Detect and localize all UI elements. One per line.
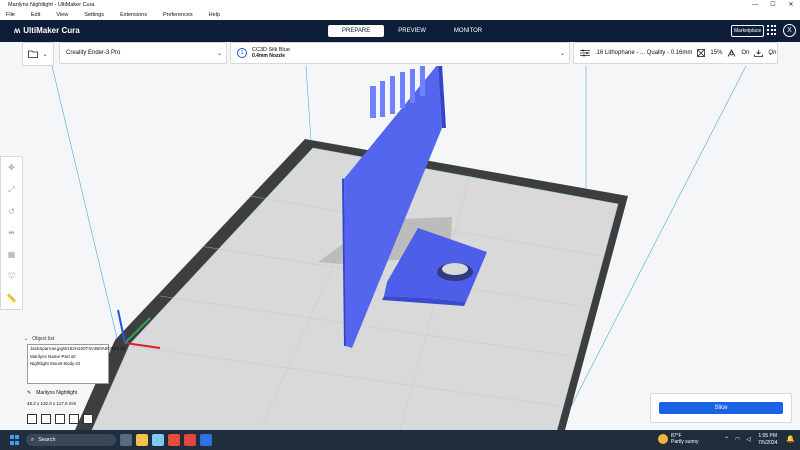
clock[interactable]: 1:05 PM 7/5/2024 bbox=[758, 433, 777, 447]
rotate-tool-icon[interactable]: ↺ bbox=[8, 207, 15, 216]
material-selector[interactable]: 1 CC3D Silk Blue 0.4mm Nozzle ⌄ bbox=[230, 42, 570, 64]
project-name: Marilyns Nightlight bbox=[36, 390, 78, 396]
windows-start-icon[interactable] bbox=[10, 435, 20, 445]
account-avatar[interactable]: X bbox=[783, 24, 796, 37]
3d-view-icon[interactable] bbox=[27, 414, 37, 424]
chrome-icon[interactable] bbox=[168, 434, 180, 446]
notification-bell-icon[interactable]: 🔔 bbox=[786, 435, 795, 443]
chevron-down-icon: ⌄ bbox=[767, 50, 773, 57]
slice-button[interactable]: Slice bbox=[659, 402, 783, 414]
date: 7/5/2024 bbox=[758, 440, 778, 446]
task-view-icon[interactable] bbox=[120, 434, 132, 446]
support-value: On bbox=[741, 50, 750, 56]
app-header: ʍ UltiMaker Cura PREPARE PREVIEW MONITOR… bbox=[0, 20, 800, 42]
taskbar-search[interactable]: ⌕ Search bbox=[26, 434, 116, 446]
model-dimensions: 48.2 x 132.0 x 117.0 mm bbox=[27, 401, 77, 406]
menu-settings[interactable]: Settings bbox=[84, 12, 104, 18]
menu-edit[interactable]: Edit bbox=[31, 12, 40, 18]
printer-name: Creality Ender-3 Pro bbox=[66, 50, 121, 56]
folder-icon bbox=[28, 50, 39, 58]
list-item[interactable]: Nightlight Mount-Body.stl bbox=[30, 361, 106, 367]
build-volume-scene bbox=[51, 66, 747, 430]
object-list-panel: ⌄ Object list JackSparrow.jpgW152H100T3V… bbox=[24, 336, 125, 428]
open-file-button[interactable]: ⌄ bbox=[22, 42, 54, 66]
stage-tabs: PREPARE PREVIEW MONITOR bbox=[328, 25, 496, 37]
tab-monitor[interactable]: MONITOR bbox=[440, 25, 496, 37]
taskbar-apps bbox=[120, 434, 212, 446]
search-icon: ⌕ bbox=[31, 436, 35, 443]
sliders-icon bbox=[580, 49, 590, 57]
object-list-header[interactable]: ⌄ Object list bbox=[24, 336, 110, 342]
profile-name: .16 Lithophane - ... Quality - 0.16mm bbox=[595, 50, 693, 56]
system-tray: ⌃ ◠ ◁ bbox=[724, 436, 751, 443]
volume-icon[interactable]: ◁ bbox=[746, 436, 751, 443]
chevron-down-icon: ⌄ bbox=[24, 336, 29, 342]
infill-icon bbox=[697, 49, 706, 57]
weather-desc: Partly sunny bbox=[671, 439, 699, 445]
infill-value: 15% bbox=[710, 50, 723, 56]
logo-text: UltiMaker Cura bbox=[23, 26, 80, 35]
cura-taskbar-icon[interactable] bbox=[200, 434, 212, 446]
menu-help[interactable]: Help bbox=[209, 12, 220, 18]
tab-preview[interactable]: PREVIEW bbox=[384, 25, 440, 37]
printer-selector[interactable]: Creality Ender-3 Pro ⌄ bbox=[59, 42, 227, 64]
camera-view-buttons bbox=[27, 414, 93, 424]
front-view-icon[interactable] bbox=[41, 414, 51, 424]
chevron-down-icon: ⌄ bbox=[559, 50, 565, 57]
wifi-icon[interactable]: ◠ bbox=[735, 436, 740, 443]
material-info: CC3D Silk Blue 0.4mm Nozzle bbox=[252, 47, 290, 59]
app-icon[interactable] bbox=[184, 434, 196, 446]
list-item[interactable]: JackSparrow.jpgW152H100T3V4B0A0C0NS.stl bbox=[30, 346, 125, 352]
measure-tool-icon[interactable]: 📏 bbox=[7, 294, 17, 303]
chevron-down-icon: ⌄ bbox=[42, 51, 48, 58]
left-view-icon[interactable] bbox=[69, 414, 79, 424]
ultimaker-logo-icon: ʍ bbox=[14, 26, 21, 35]
taskbar: ⌕ Search 87°F Partly sunny ⌃ ◠ ◁ 1:05 PM… bbox=[0, 430, 800, 450]
top-view-icon[interactable] bbox=[55, 414, 65, 424]
app-logo: ʍ UltiMaker Cura bbox=[14, 26, 80, 35]
window-title: Marilyns Nightlight - UltiMaker Cura bbox=[8, 2, 95, 8]
close-button[interactable]: ✕ bbox=[782, 0, 800, 10]
list-item[interactable]: Marilyns Name-Part.stl bbox=[30, 354, 106, 360]
file-explorer-icon[interactable] bbox=[136, 434, 148, 446]
support-icon bbox=[728, 49, 736, 57]
print-settings-selector[interactable]: .16 Lithophane - ... Quality - 0.16mm 15… bbox=[573, 42, 778, 64]
menu-extensions[interactable]: Extensions bbox=[120, 12, 147, 18]
maximize-button[interactable]: ☐ bbox=[764, 0, 782, 10]
weather-icon bbox=[658, 434, 668, 444]
pencil-icon[interactable]: ✎ bbox=[27, 390, 31, 396]
menu-file[interactable]: File bbox=[6, 12, 15, 18]
object-list-title: Object list bbox=[32, 336, 55, 342]
job-toolbar: ⌄ Creality Ender-3 Pro ⌄ 1 CC3D Silk Blu… bbox=[0, 42, 800, 66]
slice-panel: Slice bbox=[650, 393, 792, 423]
object-list: JackSparrow.jpgW152H100T3V4B0A0C0NS.stl … bbox=[27, 344, 125, 384]
support-blocker-icon[interactable]: ⛫ bbox=[8, 271, 15, 281]
3d-viewport[interactable] bbox=[0, 66, 800, 430]
search-label: Search bbox=[38, 437, 56, 443]
adhesion-icon bbox=[754, 49, 764, 57]
apps-grid-icon[interactable] bbox=[767, 25, 777, 35]
window-controls: — ☐ ✕ bbox=[746, 0, 800, 10]
extruder-badge: 1 bbox=[237, 48, 247, 58]
menu-view[interactable]: View bbox=[56, 12, 68, 18]
tool-sidebar: ✥ ⤢ ↺ ⇹ ▦ ⛫ 📏 bbox=[0, 156, 23, 310]
mirror-tool-icon[interactable]: ⇹ bbox=[8, 228, 15, 237]
project-name-row: ✎ Marilyns Nightlight bbox=[27, 390, 77, 396]
weather-widget[interactable]: 87°F Partly sunny bbox=[658, 433, 699, 445]
minimize-button[interactable]: — bbox=[746, 0, 764, 10]
chevron-down-icon: ⌄ bbox=[216, 50, 222, 57]
time: 1:05 PM bbox=[758, 433, 778, 439]
chevron-up-icon[interactable]: ⌃ bbox=[724, 436, 729, 443]
marketplace-button[interactable]: Marketplace bbox=[731, 25, 765, 37]
store-icon[interactable] bbox=[152, 434, 164, 446]
move-tool-icon[interactable]: ✥ bbox=[8, 163, 15, 172]
right-view-icon[interactable] bbox=[83, 414, 93, 424]
title-bar: Marilyns Nightlight - UltiMaker Cura — ☐… bbox=[0, 0, 800, 10]
menu-preferences[interactable]: Preferences bbox=[163, 12, 193, 18]
per-model-settings-icon[interactable]: ▦ bbox=[8, 250, 16, 259]
tab-prepare[interactable]: PREPARE bbox=[328, 25, 385, 37]
scale-tool-icon[interactable]: ⤢ bbox=[8, 185, 14, 195]
nozzle-size: 0.4mm Nozzle bbox=[252, 53, 286, 59]
